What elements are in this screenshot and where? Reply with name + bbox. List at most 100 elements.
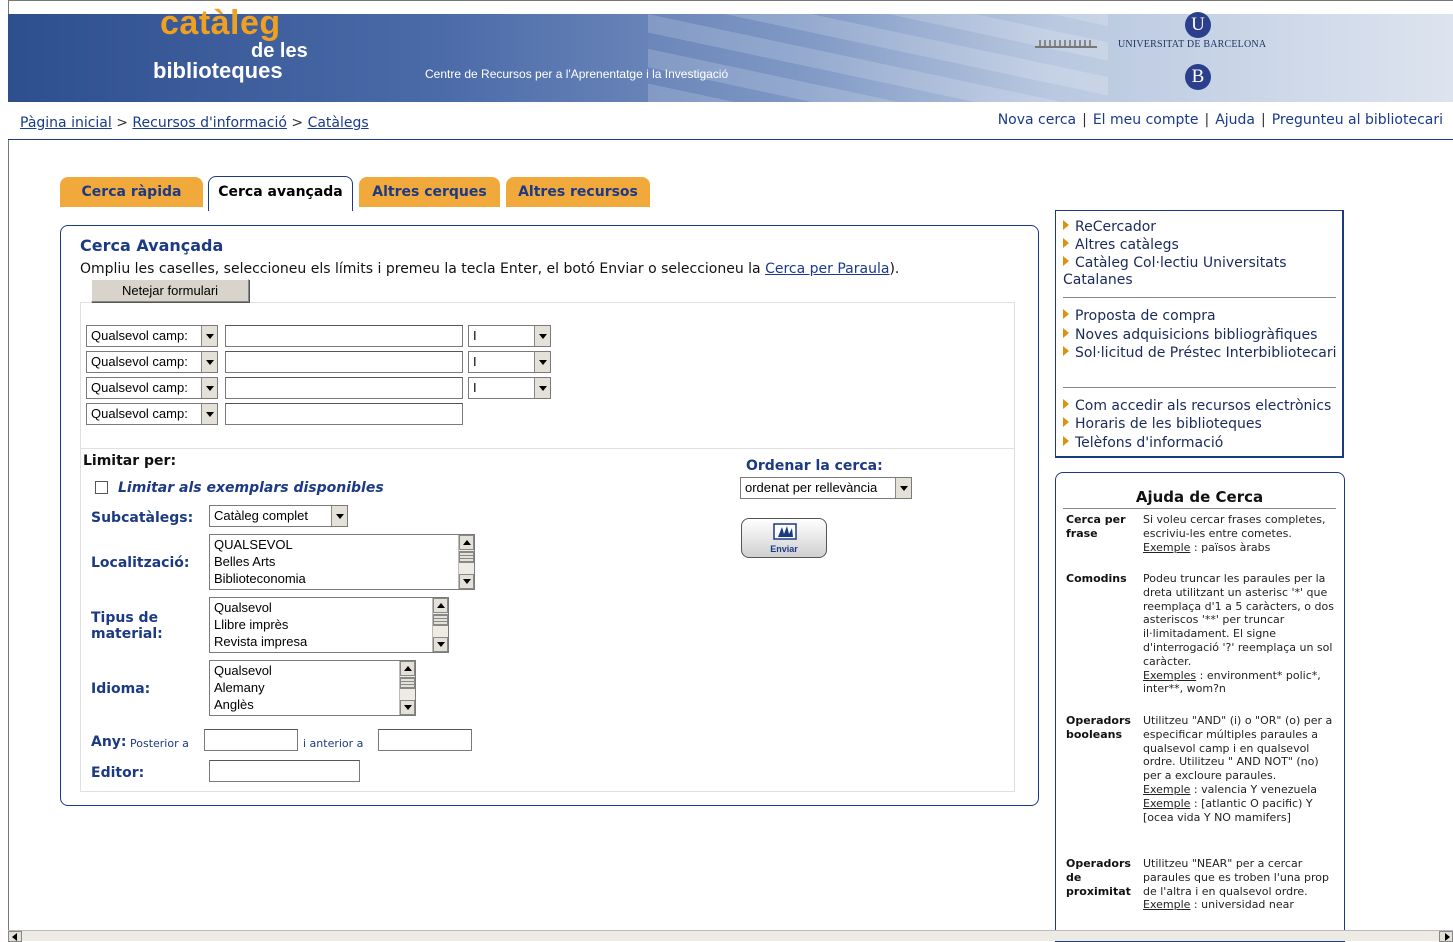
scroll-down-icon[interactable] bbox=[400, 700, 415, 715]
list-option[interactable]: Llibre imprès bbox=[214, 616, 288, 633]
example-link[interactable]: Exemple bbox=[1143, 783, 1190, 796]
logo-line1[interactable]: catàleg bbox=[160, 4, 281, 43]
tab-quick-search[interactable]: Cerca ràpida bbox=[60, 177, 203, 207]
ub-b-icon: B bbox=[1185, 64, 1211, 90]
university-building-icon bbox=[1035, 40, 1097, 48]
word-search-link[interactable]: Cerca per Paraula bbox=[765, 261, 889, 277]
subcatalogs-label: Subcatàlegs: bbox=[91, 510, 194, 526]
chevron-down-icon bbox=[534, 378, 550, 398]
subcatalogs-select[interactable]: Catàleg complet bbox=[209, 505, 348, 527]
field-select-3[interactable]: Qualsevol camp: bbox=[86, 377, 218, 399]
logo-line3[interactable]: biblioteques bbox=[153, 58, 283, 84]
sidebar-item-library-hours[interactable]: Horaris de les biblioteques bbox=[1063, 416, 1339, 433]
tab-other-resources[interactable]: Altres recursos bbox=[506, 177, 650, 207]
available-items-label[interactable]: Limitar als exemplars disponibles bbox=[118, 480, 384, 496]
banner-keyboard-image bbox=[648, 14, 1108, 102]
scroll-up-icon[interactable] bbox=[433, 598, 448, 613]
operator-select-1[interactable]: I bbox=[468, 325, 551, 347]
field-select-2[interactable]: Qualsevol camp: bbox=[86, 351, 218, 373]
list-option[interactable]: Revista impresa bbox=[214, 633, 307, 650]
sidebar-item-recercador[interactable]: ReCercador bbox=[1063, 219, 1339, 236]
scroll-thumb[interactable] bbox=[433, 614, 448, 626]
sort-label: Ordenar la cerca: bbox=[746, 458, 883, 474]
field-select-value: Qualsevol camp: bbox=[91, 354, 188, 369]
operator-select-3[interactable]: I bbox=[468, 377, 551, 399]
tab-other-searches[interactable]: Altres cerques bbox=[359, 177, 500, 207]
subcatalogs-value: Catàleg complet bbox=[214, 508, 308, 523]
my-account-link[interactable]: El meu compte bbox=[1093, 112, 1199, 128]
search-input-3[interactable] bbox=[225, 377, 463, 399]
chevron-down-icon bbox=[534, 326, 550, 346]
listbox-scrollbar[interactable] bbox=[399, 661, 415, 715]
sidebar-item-phones[interactable]: Telèfons d'informació bbox=[1063, 435, 1339, 452]
sidebar-item-ccuc[interactable]: Catàleg Col·lectiu Universitats Catalane… bbox=[1063, 255, 1339, 289]
example-link[interactable]: Exemples bbox=[1143, 669, 1196, 682]
list-option[interactable]: Anglès bbox=[214, 696, 254, 713]
tab-advanced-search[interactable]: Cerca avançada bbox=[208, 176, 353, 211]
scroll-right-icon[interactable] bbox=[1439, 931, 1453, 942]
breadcrumb-resources-link[interactable]: Recursos d'informació bbox=[132, 115, 287, 131]
chevron-down-icon bbox=[534, 352, 550, 372]
university-name[interactable]: UNIVERSITAT DE BARCELONA bbox=[1118, 39, 1266, 50]
breadcrumb-home-link[interactable]: Pàgina inicial bbox=[20, 115, 112, 131]
triangle-bullet-icon bbox=[1063, 436, 1069, 446]
listbox-scrollbar[interactable] bbox=[458, 535, 474, 589]
scroll-up-icon[interactable] bbox=[400, 661, 415, 676]
list-option[interactable]: Biblioteconomia bbox=[214, 570, 306, 587]
search-input-2[interactable] bbox=[225, 351, 463, 373]
send-hand-icon bbox=[773, 523, 797, 540]
example-link[interactable]: Exemple bbox=[1143, 541, 1190, 554]
year-before-label: i anterior a bbox=[303, 737, 364, 750]
scroll-thumb[interactable] bbox=[459, 551, 474, 563]
list-option[interactable]: Alemany bbox=[214, 679, 265, 696]
list-option[interactable]: QUALSEVOL bbox=[214, 536, 293, 553]
scroll-down-icon[interactable] bbox=[433, 637, 448, 652]
example-text: : valencia Y venezuela bbox=[1190, 782, 1318, 796]
breadcrumb-catalogs-link[interactable]: Catàlegs bbox=[308, 115, 369, 131]
sort-value: ordenat per rellevància bbox=[745, 480, 878, 495]
sidebar-item-interlibrary-loan[interactable]: Sol·licitud de Préstec Interbibliotecari bbox=[1063, 345, 1339, 362]
triangle-bullet-icon bbox=[1063, 220, 1069, 230]
search-input-4[interactable] bbox=[225, 403, 463, 425]
sidebar-item-e-resources[interactable]: Com accedir als recursos electrònics bbox=[1063, 398, 1339, 415]
sidebar-divider bbox=[1063, 297, 1336, 298]
available-items-checkbox[interactable] bbox=[95, 481, 108, 494]
new-search-link[interactable]: Nova cerca bbox=[998, 112, 1076, 128]
send-button[interactable]: Enviar bbox=[741, 518, 827, 558]
sidebar-item-purchase-proposal[interactable]: Proposta de compra bbox=[1063, 308, 1339, 325]
example-link[interactable]: Exemple bbox=[1143, 898, 1190, 911]
top-links: Nova cerca | El meu compte | Ajuda | Pregunteu… bbox=[998, 112, 1443, 128]
operator-value: I bbox=[473, 380, 477, 395]
scroll-up-icon[interactable] bbox=[459, 535, 474, 550]
language-listbox[interactable]: Qualsevol Alemany Anglès bbox=[209, 660, 416, 716]
ask-librarian-link[interactable]: Pregunteu al bibliotecari bbox=[1272, 112, 1443, 128]
year-before-input[interactable] bbox=[378, 729, 472, 751]
publisher-input[interactable] bbox=[209, 760, 360, 782]
list-option[interactable]: Belles Arts bbox=[214, 553, 275, 570]
search-input-1[interactable] bbox=[225, 325, 463, 347]
sidebar-item-new-acquisitions[interactable]: Noves adquisicions bibliogràfiques bbox=[1063, 327, 1339, 344]
clear-form-button[interactable]: Netejar formulari bbox=[91, 279, 249, 302]
sidebar-item-label: Telèfons d'informació bbox=[1075, 435, 1224, 451]
material-listbox[interactable]: Qualsevol Llibre imprès Revista impresa bbox=[209, 597, 449, 653]
sidebar-item-other-catalogs[interactable]: Altres catàlegs bbox=[1063, 237, 1339, 254]
operator-select-2[interactable]: I bbox=[468, 351, 551, 373]
help-link[interactable]: Ajuda bbox=[1215, 112, 1255, 128]
list-option[interactable]: Qualsevol bbox=[214, 662, 272, 679]
listbox-scrollbar[interactable] bbox=[432, 598, 448, 652]
example-link[interactable]: Exemple bbox=[1143, 797, 1190, 810]
banner-subtitle: Centre de Recursos per a l'Aprenentatge … bbox=[425, 67, 729, 81]
scroll-thumb[interactable] bbox=[400, 677, 415, 689]
sort-select[interactable]: ordenat per rellevància bbox=[740, 477, 912, 499]
example-text: : països àrabs bbox=[1190, 540, 1271, 554]
scroll-down-icon[interactable] bbox=[459, 574, 474, 589]
horizontal-scrollbar[interactable] bbox=[8, 930, 1453, 942]
list-option[interactable]: Qualsevol bbox=[214, 599, 272, 616]
scroll-left-icon[interactable] bbox=[8, 931, 22, 942]
field-select-4[interactable]: Qualsevol camp: bbox=[86, 403, 218, 425]
field-select-1[interactable]: Qualsevol camp: bbox=[86, 325, 218, 347]
help-term: Operadors booleans bbox=[1066, 714, 1131, 741]
top-navigation-bar: Pàgina inicial > Recursos d'informació >… bbox=[8, 102, 1453, 140]
year-after-input[interactable] bbox=[204, 729, 298, 751]
location-listbox[interactable]: QUALSEVOL Belles Arts Biblioteconomia bbox=[209, 534, 475, 590]
